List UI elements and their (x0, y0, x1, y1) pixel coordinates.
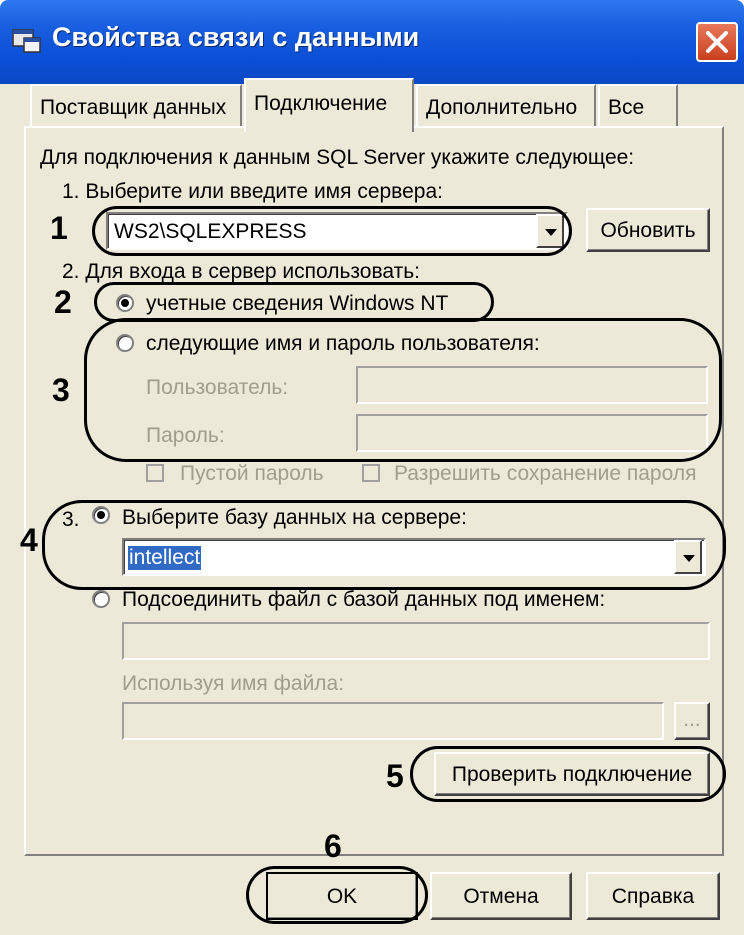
data-link-icon (12, 28, 42, 54)
allow-save-checkbox[interactable] (362, 464, 380, 482)
tab-advanced[interactable]: Дополнительно (416, 84, 596, 128)
annotation-number-3: 3 (52, 372, 70, 408)
attach-file-field[interactable] (122, 622, 710, 660)
annotation-ring-1 (92, 206, 572, 256)
blank-password-checkbox[interactable] (146, 464, 164, 482)
window-title: Свойства связи с данными (52, 22, 420, 52)
annotation-ring-6 (246, 866, 428, 924)
annotation-ring-3 (84, 318, 722, 462)
step1-label: 1. Выберите или введите имя сервера: (62, 180, 443, 203)
intro-text: Для подключения к данным SQL Server укаж… (40, 146, 635, 169)
annotation-number-4: 4 (20, 522, 38, 558)
attach-file-radio[interactable] (92, 590, 110, 608)
tab-connection[interactable]: Подключение (244, 78, 414, 132)
step2-label: 2. Для входа в сервер использовать: (62, 260, 421, 283)
cancel-button[interactable]: Отмена (430, 872, 572, 920)
tab-all[interactable]: Все (598, 84, 678, 128)
help-button[interactable]: Справка (586, 872, 720, 920)
annotation-number-1: 1 (50, 210, 68, 246)
annotation-ring-2 (94, 282, 494, 322)
browse-button[interactable]: ... (674, 702, 710, 740)
annotation-ring-4 (42, 500, 726, 590)
refresh-button[interactable]: Обновить (586, 208, 710, 252)
blank-password-label: Пустой пароль (180, 462, 324, 485)
close-icon (706, 31, 728, 53)
filename-label: Используя имя файла: (122, 672, 345, 695)
tab-provider[interactable]: Поставщик данных (30, 84, 242, 128)
annotation-number-2: 2 (54, 284, 72, 320)
annotation-number-5: 5 (386, 758, 404, 794)
attach-file-label: Подсоединить файл с базой данных под име… (122, 588, 606, 611)
annotation-ring-5 (410, 746, 726, 802)
annotation-number-6: 6 (324, 828, 342, 864)
close-button[interactable] (696, 22, 738, 62)
filename-field[interactable] (122, 702, 664, 740)
allow-save-label: Разрешить сохранение пароля (394, 462, 697, 485)
